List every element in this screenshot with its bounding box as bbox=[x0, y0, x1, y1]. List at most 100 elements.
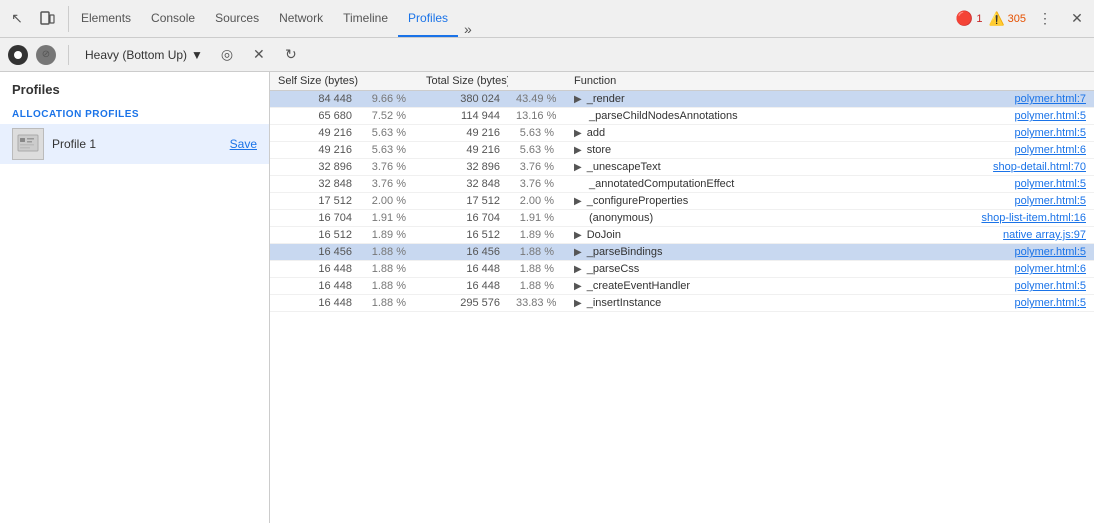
cell-self-size: 17 512 bbox=[270, 193, 360, 210]
source-link[interactable]: shop-detail.html:70 bbox=[993, 161, 1086, 173]
source-link[interactable]: polymer.html:5 bbox=[1014, 195, 1086, 207]
cell-self-size: 16 448 bbox=[270, 278, 360, 295]
table-row[interactable]: 32 8963.76 %32 8963.76 %▶_unescapeTextsh… bbox=[270, 159, 1094, 176]
source-link[interactable]: shop-list-item.html:16 bbox=[981, 212, 1086, 224]
profile-item[interactable]: Profile 1 Save bbox=[0, 124, 269, 164]
function-name: _parseChildNodesAnnotations bbox=[589, 110, 738, 122]
table-row[interactable]: 16 4481.88 %16 4481.88 %▶_parseCsspolyme… bbox=[270, 261, 1094, 278]
cell-function: _parseChildNodesAnnotations polymer.html:… bbox=[566, 108, 1094, 125]
expand-triangle-icon[interactable]: ▶ bbox=[574, 264, 582, 275]
source-link[interactable]: polymer.html:5 bbox=[1014, 178, 1086, 190]
th-function[interactable]: Function bbox=[566, 72, 1094, 91]
function-name: _createEventHandler bbox=[587, 280, 690, 292]
table-row[interactable]: 16 4481.88 %16 4481.88 %▶_createEventHan… bbox=[270, 278, 1094, 295]
source-link[interactable]: polymer.html:5 bbox=[1014, 127, 1086, 139]
tab-overflow-btn[interactable]: » bbox=[458, 21, 478, 37]
more-button[interactable]: ⋮ bbox=[1032, 6, 1058, 32]
clear-button[interactable]: ✕ bbox=[247, 43, 271, 67]
table-row[interactable]: 16 7041.91 %16 7041.91 %(anonymous)shop-… bbox=[270, 210, 1094, 227]
function-name: _parseBindings bbox=[587, 246, 663, 258]
cell-self-size: 49 216 bbox=[270, 142, 360, 159]
th-total-pct bbox=[508, 72, 566, 91]
cell-function: _annotatedComputationEffectpolymer.html:… bbox=[566, 176, 1094, 193]
table-header-row: Self Size (bytes) ▼ Total Size (bytes) F… bbox=[270, 72, 1094, 91]
cell-self-pct: 1.89 % bbox=[360, 227, 418, 244]
table-row[interactable]: 16 4561.88 %16 4561.88 %▶_parseBindingsp… bbox=[270, 244, 1094, 261]
focus-eye-button[interactable]: ◎ bbox=[215, 43, 239, 67]
expand-triangle-icon[interactable]: ▶ bbox=[574, 196, 582, 207]
table-row[interactable]: 49 2165.63 %49 2165.63 %▶addpolymer.html… bbox=[270, 125, 1094, 142]
cell-function: (anonymous) shop-list-item.html:16 bbox=[566, 210, 1094, 227]
cell-self-size: 16 448 bbox=[270, 295, 360, 312]
sidebar: Profiles ALLOCATION PROFILES Profile 1 S… bbox=[0, 72, 270, 523]
tab-profiles[interactable]: Profiles bbox=[398, 0, 458, 37]
cursor-icon[interactable]: ↖ bbox=[4, 6, 30, 32]
cell-total-size: 16 456 bbox=[418, 244, 508, 261]
function-name: store bbox=[587, 144, 611, 156]
record-button[interactable] bbox=[8, 45, 28, 65]
tab-sources[interactable]: Sources bbox=[205, 0, 269, 37]
tab-timeline[interactable]: Timeline bbox=[333, 0, 398, 37]
function-name: _insertInstance bbox=[587, 297, 662, 309]
second-bar: ⊘ Heavy (Bottom Up) ▼ ◎ ✕ ↻ bbox=[0, 38, 1094, 72]
cell-function: ▶ _parseBindings polymer.html:5 bbox=[566, 244, 1094, 261]
cell-function: ▶_renderpolymer.html:7 bbox=[566, 91, 1094, 108]
source-link[interactable]: polymer.html:7 bbox=[1014, 93, 1086, 105]
cell-total-pct: 1.88 % bbox=[508, 278, 566, 295]
table-row[interactable]: 49 2165.63 %49 2165.63 %▶storepolymer.ht… bbox=[270, 142, 1094, 159]
expand-triangle-icon[interactable]: ▶ bbox=[574, 128, 582, 139]
data-table: Self Size (bytes) ▼ Total Size (bytes) F… bbox=[270, 72, 1094, 312]
table-row[interactable]: 17 5122.00 %17 5122.00 %▶_configurePrope… bbox=[270, 193, 1094, 210]
close-button[interactable]: ✕ bbox=[1064, 6, 1090, 32]
expand-triangle-icon[interactable]: ▶ bbox=[574, 298, 582, 309]
source-link[interactable]: polymer.html:6 bbox=[1014, 144, 1086, 156]
table-row[interactable]: 65 6807.52 %114 94413.16 %_parseChildNod… bbox=[270, 108, 1094, 125]
tab-console[interactable]: Console bbox=[141, 0, 205, 37]
expand-triangle-icon[interactable]: ▶ bbox=[574, 94, 582, 105]
table-row[interactable]: 84 4489.66 %380 02443.49 %▶_renderpolyme… bbox=[270, 91, 1094, 108]
profile-save-button[interactable]: Save bbox=[230, 137, 257, 151]
function-name: _unescapeText bbox=[587, 161, 661, 173]
expand-triangle-icon[interactable]: ▶ bbox=[574, 162, 582, 173]
expand-triangle-icon[interactable]: ▶ bbox=[574, 145, 582, 156]
refresh-button[interactable]: ↻ bbox=[279, 43, 303, 67]
cell-self-size: 32 848 bbox=[270, 176, 360, 193]
tab-elements[interactable]: Elements bbox=[71, 0, 141, 37]
cell-total-size: 49 216 bbox=[418, 142, 508, 159]
cell-function: ▶addpolymer.html:5 bbox=[566, 125, 1094, 142]
expand-triangle-icon[interactable]: ▶ bbox=[574, 281, 582, 292]
th-self-size[interactable]: Self Size (bytes) ▼ bbox=[270, 72, 360, 91]
toolbar-separator bbox=[68, 45, 69, 65]
view-dropdown[interactable]: Heavy (Bottom Up) ▼ bbox=[81, 46, 207, 64]
table-row[interactable]: 16 4481.88 %295 57633.83 %▶_insertInstan… bbox=[270, 295, 1094, 312]
cell-self-size: 16 448 bbox=[270, 261, 360, 278]
cell-self-pct: 1.88 % bbox=[360, 244, 418, 261]
cell-total-size: 32 848 bbox=[418, 176, 508, 193]
source-link[interactable]: polymer.html:6 bbox=[1014, 263, 1086, 275]
expand-triangle-icon[interactable]: ▶ bbox=[574, 247, 582, 258]
table-row[interactable]: 16 5121.89 %16 5121.89 %▶DoJoinnative ar… bbox=[270, 227, 1094, 244]
tab-network[interactable]: Network bbox=[269, 0, 333, 37]
cell-self-pct: 9.66 % bbox=[360, 91, 418, 108]
source-link[interactable]: polymer.html:5 bbox=[1014, 110, 1086, 122]
table-row[interactable]: 32 8483.76 %32 8483.76 %_annotatedComput… bbox=[270, 176, 1094, 193]
dropdown-label: Heavy (Bottom Up) bbox=[85, 48, 187, 62]
cell-total-pct: 1.88 % bbox=[508, 261, 566, 278]
cell-self-pct: 5.63 % bbox=[360, 125, 418, 142]
source-link[interactable]: native array.js:97 bbox=[1003, 229, 1086, 241]
cell-total-pct: 2.00 % bbox=[508, 193, 566, 210]
cell-self-pct: 2.00 % bbox=[360, 193, 418, 210]
stop-button[interactable]: ⊘ bbox=[36, 45, 56, 65]
cell-self-pct: 1.88 % bbox=[360, 261, 418, 278]
device-icon[interactable] bbox=[34, 6, 60, 32]
function-name: (anonymous) bbox=[589, 212, 653, 224]
cell-total-pct: 1.89 % bbox=[508, 227, 566, 244]
expand-triangle-icon[interactable]: ▶ bbox=[574, 230, 582, 241]
source-link[interactable]: polymer.html:5 bbox=[1014, 246, 1086, 258]
source-link[interactable]: polymer.html:5 bbox=[1014, 280, 1086, 292]
cell-function: ▶ _createEventHandler polymer.html:5 bbox=[566, 278, 1094, 295]
source-link[interactable]: polymer.html:5 bbox=[1014, 297, 1086, 309]
cell-total-pct: 5.63 % bbox=[508, 125, 566, 142]
cell-self-size: 84 448 bbox=[270, 91, 360, 108]
th-total-size[interactable]: Total Size (bytes) bbox=[418, 72, 508, 91]
